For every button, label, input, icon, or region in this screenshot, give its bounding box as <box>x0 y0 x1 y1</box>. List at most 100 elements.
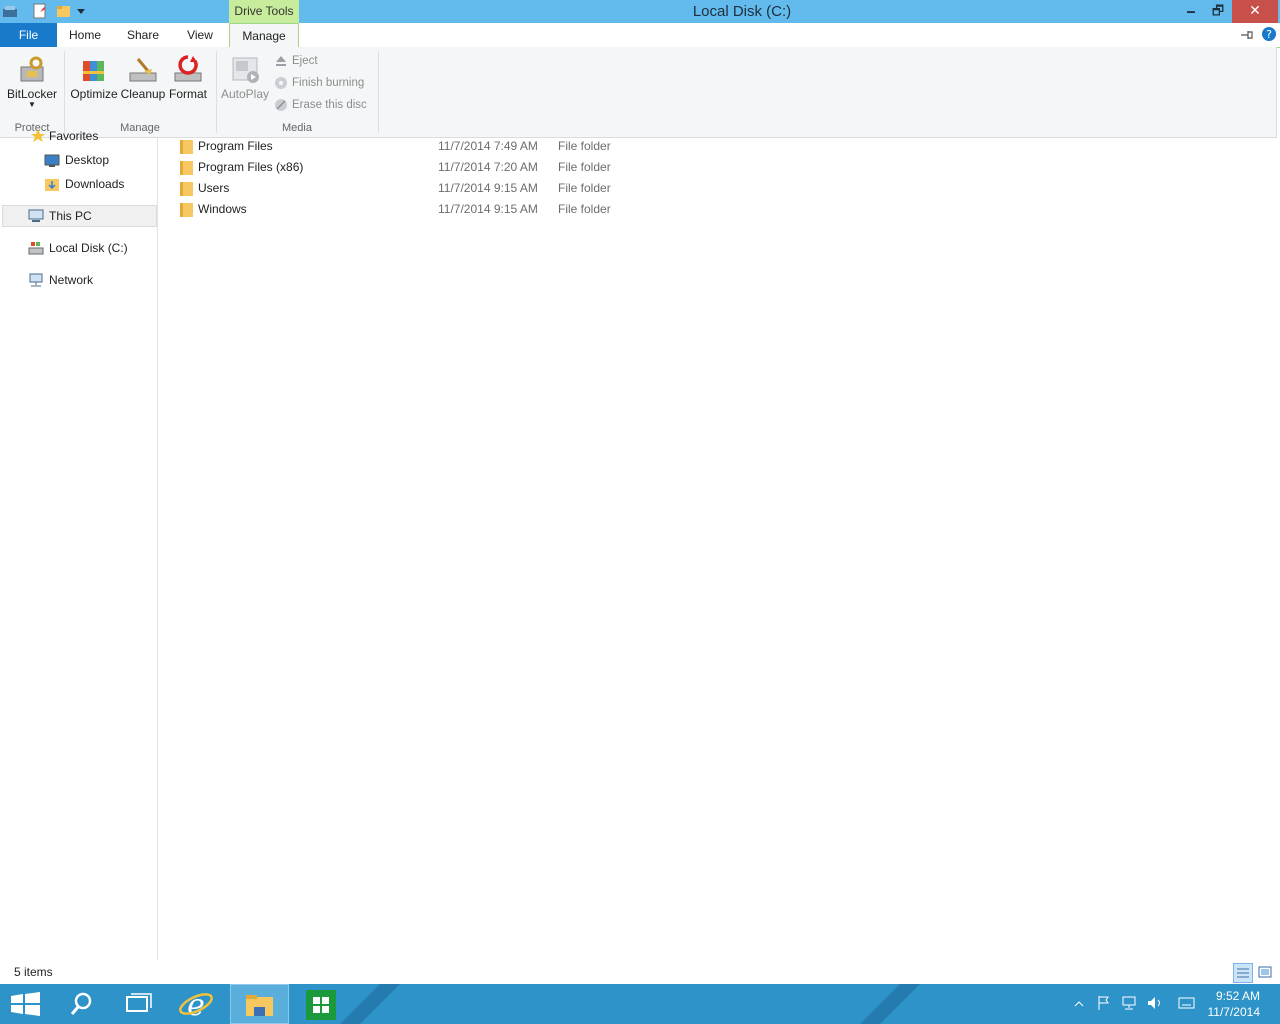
optimize-label: Optimize <box>70 87 118 101</box>
task-view-icon[interactable] <box>110 984 167 1024</box>
tab-share[interactable]: Share <box>120 23 166 47</box>
erase-disc-label: Erase this disc <box>292 99 367 111</box>
minimize-button[interactable]: 🗕 <box>1176 0 1206 23</box>
nav-this-pc-label: This PC <box>49 209 92 223</box>
large-icons-view-icon[interactable] <box>1256 963 1274 981</box>
close-button[interactable]: ✕ <box>1232 0 1278 23</box>
network-icon <box>28 272 44 288</box>
show-hidden-icons-icon[interactable] <box>1074 998 1084 1012</box>
bitlocker-icon <box>15 53 49 87</box>
internet-explorer-icon[interactable]: e <box>168 984 225 1024</box>
taskbar: e 9:52 AM 11/7/2014 <box>0 984 1280 1024</box>
eject-icon <box>274 54 288 68</box>
format-icon <box>171 53 205 87</box>
bitlocker-button[interactable]: BitLocker ▼ <box>4 53 60 109</box>
file-name: Windows <box>198 202 247 216</box>
bitlocker-label: BitLocker <box>6 87 58 101</box>
search-icon[interactable] <box>52 984 109 1024</box>
tab-file[interactable]: File <box>0 23 57 47</box>
nav-item-network[interactable]: Network <box>28 270 153 290</box>
details-view-icon[interactable] <box>1233 963 1253 983</box>
list-item[interactable]: Windows 11/7/2014 9:15 AM File folder <box>178 199 638 220</box>
file-explorer-taskbar-button[interactable] <box>230 984 289 1024</box>
erase-disc-button[interactable]: Erase this disc <box>274 95 367 115</box>
list-item[interactable]: Program Files (x86) 11/7/2014 7:20 AM Fi… <box>178 157 638 178</box>
folder-icon <box>180 181 193 196</box>
file-date: 11/7/2014 7:20 AM <box>438 160 538 174</box>
group-divider <box>378 51 379 133</box>
item-count: 5 items <box>14 965 53 979</box>
title-bar: Drive Tools Local Disk (C:) 🗕 🗗 ✕ <box>0 0 1280 23</box>
format-label: Format <box>168 87 207 101</box>
tab-manage[interactable]: Manage <box>229 23 299 48</box>
restore-button[interactable]: 🗗 <box>1203 0 1233 23</box>
ribbon-panel: BitLocker ▼ Protect Optimize Cleanup For… <box>0 47 1277 138</box>
cleanup-icon <box>126 53 160 87</box>
nav-local-disk-label: Local Disk (C:) <box>49 241 128 255</box>
nav-item-downloads[interactable]: Downloads <box>44 174 154 194</box>
eject-label: Eject <box>292 55 318 67</box>
file-type: File folder <box>558 202 611 216</box>
nav-downloads-label: Downloads <box>65 177 125 191</box>
finish-burning-button[interactable]: Finish burning <box>274 73 364 93</box>
taskbar-clock[interactable]: 9:52 AM 11/7/2014 <box>1208 988 1261 1020</box>
this-pc-icon <box>28 208 44 224</box>
folder-icon <box>180 139 193 154</box>
properties-icon[interactable] <box>32 3 48 22</box>
nav-item-favorites[interactable]: Favorites <box>30 126 150 146</box>
drive-tools-context-label: Drive Tools <box>229 0 299 23</box>
file-date: 11/7/2014 9:15 AM <box>438 202 538 216</box>
svg-text:e: e <box>187 988 205 1023</box>
tab-view[interactable]: View <box>178 23 222 47</box>
tab-home[interactable]: Home <box>62 23 108 47</box>
folder-icon <box>180 202 193 217</box>
erase-disc-icon <box>274 98 288 112</box>
group-label-media: Media <box>282 122 312 134</box>
clock-date: 11/7/2014 <box>1207 1005 1261 1019</box>
optimize-button[interactable]: Optimize <box>70 53 118 101</box>
keyboard-icon[interactable] <box>1178 996 1196 1013</box>
list-item[interactable]: Users 11/7/2014 9:15 AM File folder <box>178 178 638 199</box>
clock-time: 9:52 AM <box>1215 989 1260 1003</box>
customize-quick-access-icon[interactable] <box>76 5 86 19</box>
status-bar: 5 items <box>0 960 1280 984</box>
store-icon[interactable] <box>292 984 349 1024</box>
cleanup-label: Cleanup <box>120 87 166 101</box>
network-tray-icon[interactable] <box>1121 995 1139 1014</box>
help-icon[interactable]: ? <box>1261 26 1277 45</box>
pin-ribbon-icon[interactable] <box>1240 28 1254 45</box>
drive-icon <box>28 240 44 256</box>
downloads-folder-icon <box>44 176 60 192</box>
format-button[interactable]: Format <box>167 53 209 101</box>
start-button[interactable] <box>0 984 57 1024</box>
new-folder-icon[interactable] <box>56 3 72 22</box>
nav-item-local-disk[interactable]: Local Disk (C:) <box>28 238 153 258</box>
nav-item-desktop[interactable]: Desktop <box>44 150 154 170</box>
file-name: Users <box>198 181 230 195</box>
file-type: File folder <box>558 160 611 174</box>
finish-burning-label: Finish burning <box>292 77 365 89</box>
autoplay-button[interactable]: AutoPlay <box>220 53 270 101</box>
group-divider <box>216 51 217 133</box>
bitlocker-dropdown-icon: ▼ <box>28 100 36 109</box>
nav-desktop-label: Desktop <box>65 153 110 167</box>
cleanup-button[interactable]: Cleanup <box>120 53 166 101</box>
nav-network-label: Network <box>49 273 94 287</box>
list-item[interactable]: Program Files 11/7/2014 7:49 AM File fol… <box>178 136 638 157</box>
file-name: Program Files <box>198 139 273 153</box>
window-title: Local Disk (C:) <box>692 3 792 20</box>
file-type: File folder <box>558 181 611 195</box>
optimize-icon <box>77 53 111 87</box>
star-icon <box>30 128 46 144</box>
action-center-flag-icon[interactable] <box>1097 995 1111 1014</box>
eject-button[interactable]: Eject <box>274 51 318 71</box>
nav-favorites-label: Favorites <box>49 129 99 143</box>
nav-item-this-pc[interactable]: This PC <box>2 205 157 227</box>
autoplay-label: AutoPlay <box>220 87 270 101</box>
file-name: Program Files (x86) <box>198 160 304 174</box>
volume-icon[interactable] <box>1146 995 1164 1014</box>
file-type: File folder <box>558 139 611 153</box>
disc-icon <box>274 76 288 90</box>
explorer-app-icon[interactable] <box>2 3 18 22</box>
file-date: 11/7/2014 9:15 AM <box>438 181 538 195</box>
